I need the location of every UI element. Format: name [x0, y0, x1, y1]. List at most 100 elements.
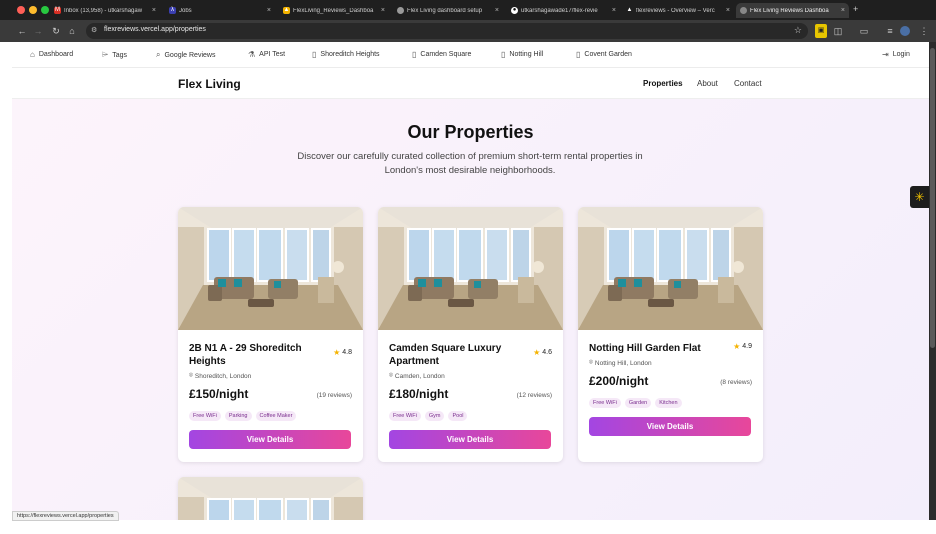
location-text: Shoreditch, London — [194, 372, 252, 380]
bookmark-star-icon[interactable]: ☆ — [794, 25, 802, 36]
browser-tab[interactable]: ● utkarshagawade17/flex-revie × — [507, 3, 620, 18]
status-bar-url: https://flexreviews.vercel.app/propertie… — [12, 511, 119, 521]
sidepanel-icon[interactable]: ▭ — [858, 24, 870, 38]
map-pin-icon: ⌾ — [189, 372, 193, 379]
menu-kebab-icon[interactable]: ⋮ — [918, 24, 930, 38]
close-window-button[interactable] — [17, 6, 25, 14]
property-location: ⌾ Camden, London — [389, 372, 445, 380]
amenity-tag: Free WiFi — [189, 411, 221, 421]
property-photo[interactable] — [178, 207, 363, 330]
nav-covent-garden[interactable]: ▯ Covent Garden — [576, 50, 632, 59]
minimize-window-button[interactable] — [29, 6, 37, 14]
living-room-image — [178, 477, 363, 520]
nav-label: Google Reviews — [164, 51, 216, 59]
amenity-tags: Free WiFi Gym Pool — [389, 411, 468, 421]
tab-title: Jobs — [179, 7, 192, 14]
extension-icon[interactable]: ▣ — [815, 24, 827, 38]
property-card[interactable]: Notting Hill Garden Flat ★ 4.9 ⌾ Notting… — [578, 207, 763, 462]
forward-icon[interactable]: → — [33, 25, 43, 37]
close-tab-icon[interactable]: × — [495, 7, 499, 14]
view-details-button[interactable]: View Details — [189, 430, 351, 449]
close-tab-icon[interactable]: × — [381, 7, 385, 14]
property-card[interactable] — [178, 477, 363, 520]
nav-api-test[interactable]: ⚗ API Test — [248, 50, 285, 59]
living-room-image — [378, 207, 563, 330]
nav-camden-square[interactable]: ▯ Camden Square — [412, 50, 471, 59]
home-icon[interactable]: ⌂ — [67, 25, 77, 37]
back-icon[interactable]: ← — [17, 25, 27, 37]
jobs-icon: λ — [169, 7, 176, 14]
property-reviews-count: (19 reviews) — [316, 392, 352, 399]
rating-value: 4.9 — [742, 343, 752, 350]
close-tab-icon[interactable]: × — [267, 7, 271, 14]
nav-dashboard[interactable]: ⌂ Dashboard — [30, 50, 73, 59]
header-link-contact[interactable]: Contact — [734, 79, 762, 88]
property-rating: ★ 4.6 — [533, 348, 552, 357]
nav-label: Dashboard — [38, 51, 74, 58]
map-pin-icon: ⌾ — [389, 372, 393, 379]
nav-tags[interactable]: ⌲ Tags — [102, 50, 127, 60]
browser-tab[interactable]: Flex Living dashboard setup × — [393, 3, 503, 18]
github-icon: ● — [511, 7, 518, 14]
login-label: Login — [892, 51, 910, 58]
property-title[interactable]: 2B N1 A - 29 Shoreditch Heights — [189, 342, 319, 368]
tab-title: utkarshagawade17/flex-revie — [521, 7, 598, 14]
tab-bar: M Inbox (13,958) - utkarshagaw × λ Jobs … — [0, 0, 936, 20]
nav-label: Camden Square — [420, 51, 472, 58]
new-tab-icon[interactable]: + — [853, 4, 858, 14]
browser-tab[interactable]: M Inbox (13,958) - utkarshagaw × — [50, 3, 160, 18]
nav-notting-hill[interactable]: ▯ Notting Hill — [501, 50, 543, 59]
tab-title: Flex Living Reviews Dashboa — [750, 7, 829, 14]
extensions-puzzle-icon[interactable]: ◫ — [832, 24, 844, 38]
profile-avatar[interactable] — [900, 26, 910, 36]
star-icon: ★ — [533, 348, 541, 357]
close-tab-icon[interactable]: × — [612, 7, 616, 14]
browser-tab-active[interactable]: Flex Living Reviews Dashboa × — [736, 3, 849, 18]
view-details-button[interactable]: View Details — [389, 430, 551, 449]
building-icon: ▯ — [312, 50, 317, 59]
property-card[interactable]: 2B N1 A - 29 Shoreditch Heights ★ 4.8 ⌾ … — [178, 207, 363, 462]
nav-google-reviews[interactable]: ⌕ Google Reviews — [156, 50, 215, 60]
site-info-icon[interactable]: ⚙ — [91, 26, 97, 34]
url-text[interactable]: flexreviews.vercel.app/properties — [104, 26, 206, 33]
nav-label: API Test — [259, 51, 286, 58]
close-tab-icon[interactable]: × — [152, 7, 156, 14]
rating-value: 4.8 — [342, 349, 352, 356]
amenity-tags: Free WiFi Garden Kitchen — [589, 398, 682, 408]
browser-tab[interactable]: ▲ FlexLiving_Reviews_Dashboa × — [279, 3, 389, 18]
amenity-tag: Pool — [448, 411, 468, 421]
flask-icon: ⚗ — [248, 50, 256, 59]
scrollbar-thumb[interactable] — [930, 48, 935, 348]
view-details-button[interactable]: View Details — [589, 417, 751, 436]
property-title[interactable]: Notting Hill Garden Flat — [589, 342, 719, 355]
address-bar[interactable]: ⚙ flexreviews.vercel.app/properties ☆ — [86, 23, 808, 39]
property-rating: ★ 4.8 — [333, 348, 352, 357]
property-location: ⌾ Shoreditch, London — [189, 372, 251, 380]
building-icon: ▯ — [576, 50, 581, 59]
close-tab-icon[interactable]: × — [841, 7, 845, 14]
brand-logo[interactable]: Flex Living — [178, 77, 241, 91]
maximize-window-button[interactable] — [41, 6, 49, 14]
sparkle-widget-icon[interactable]: ✳ — [910, 186, 929, 208]
nav-label: Shoreditch Heights — [320, 51, 380, 58]
property-title[interactable]: Camden Square Luxury Apartment — [389, 342, 519, 368]
browser-tab[interactable]: λ Jobs × — [165, 3, 275, 18]
reading-list-icon[interactable]: ≡ — [884, 24, 896, 38]
reload-icon[interactable]: ↻ — [51, 25, 61, 37]
amenity-tag: Coffee Maker — [255, 411, 297, 421]
property-photo[interactable] — [578, 207, 763, 330]
property-card[interactable]: Camden Square Luxury Apartment ★ 4.6 ⌾ C… — [378, 207, 563, 462]
property-location: ⌾ Notting Hill, London — [589, 359, 652, 367]
login-link[interactable]: ⇥ Login — [882, 50, 910, 59]
star-icon: ★ — [733, 342, 741, 351]
header-link-about[interactable]: About — [697, 79, 718, 88]
header-link-properties[interactable]: Properties — [643, 79, 683, 88]
nav-shoreditch-heights[interactable]: ▯ Shoreditch Heights — [312, 50, 380, 59]
nav-label: Covent Garden — [584, 51, 632, 58]
property-price: £200/night — [589, 374, 649, 388]
tab-title: FlexLiving_Reviews_Dashboa — [293, 7, 374, 14]
close-tab-icon[interactable]: × — [726, 7, 730, 14]
browser-tab[interactable]: ▲ flexreviews - Overview – Verc × — [622, 3, 734, 18]
site-header: Flex Living Properties About Contact — [12, 68, 929, 99]
property-photo[interactable] — [378, 207, 563, 330]
